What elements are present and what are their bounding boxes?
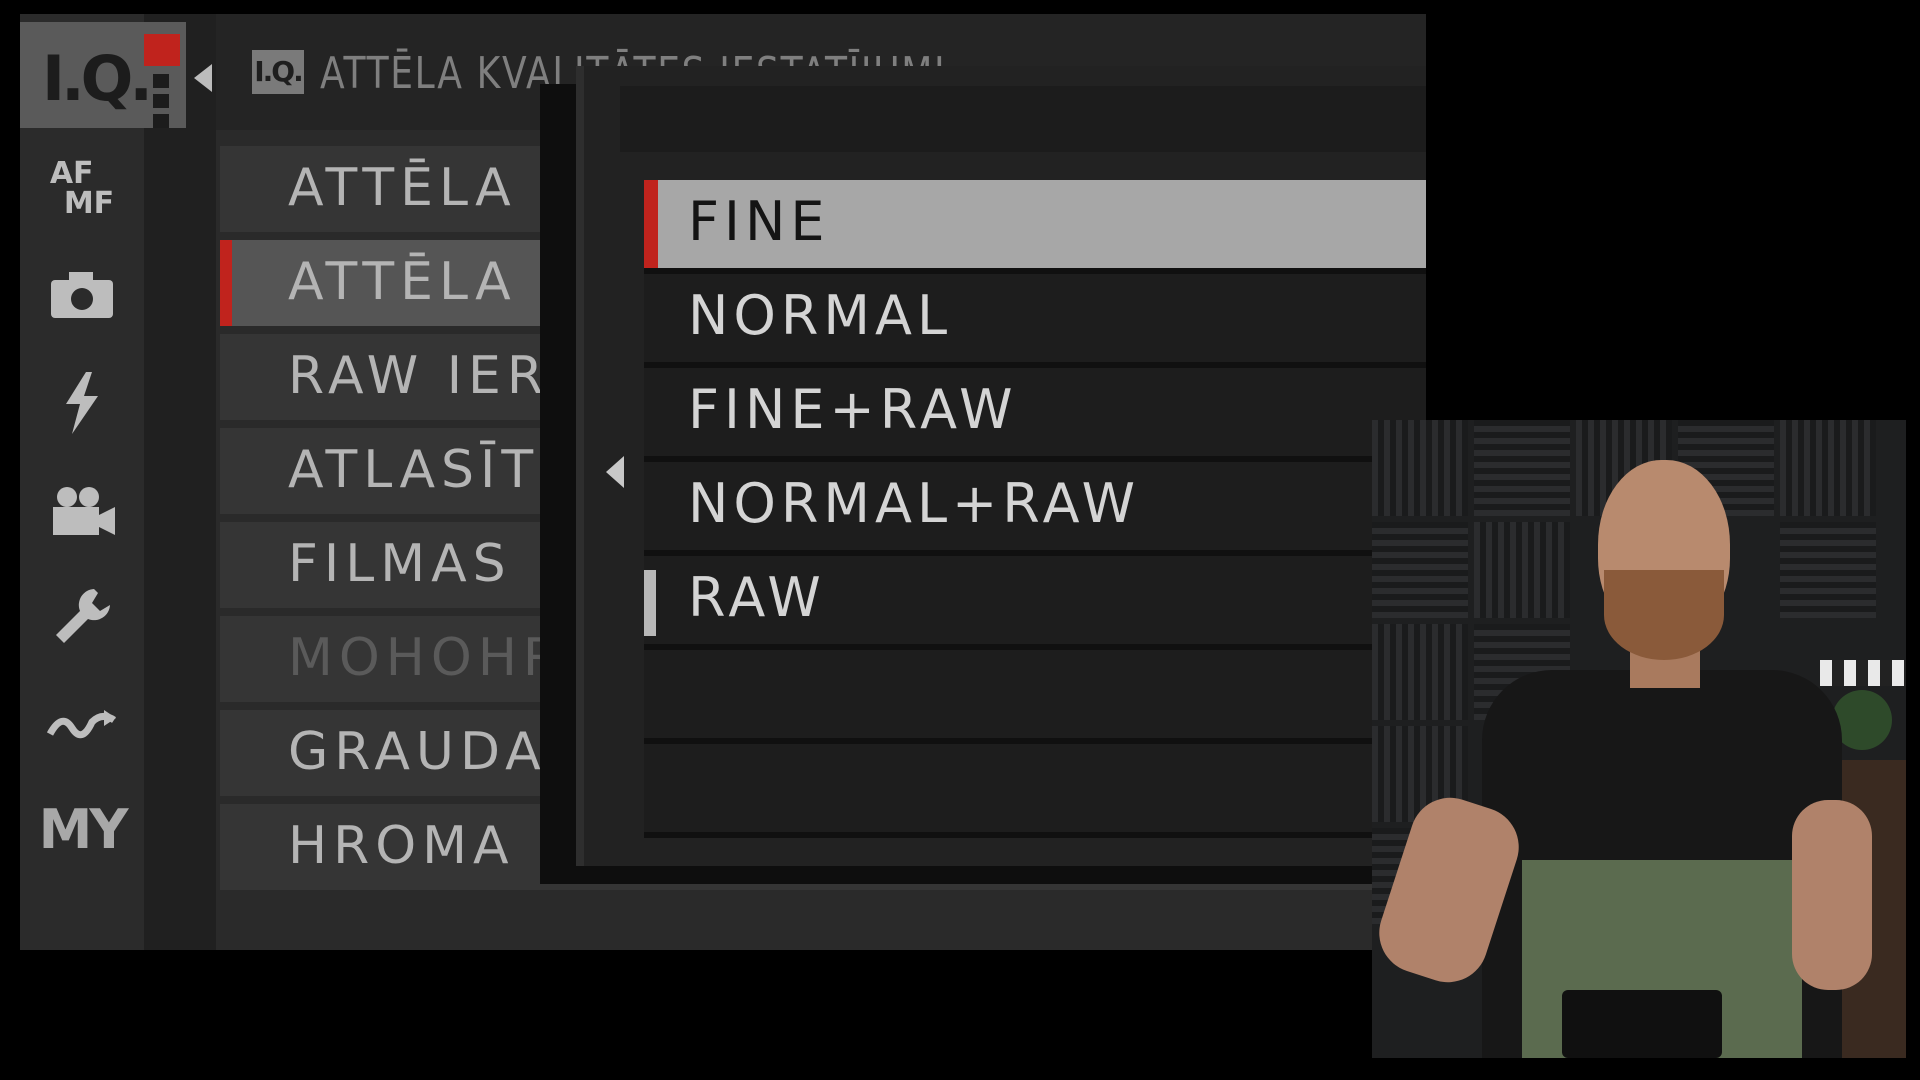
connection-icon[interactable] [42,690,122,760]
option-label: FINE [688,190,830,253]
camera-icon[interactable] [42,260,122,330]
clapperboard [1820,660,1906,686]
af-mf-icon[interactable]: AF MF [42,154,122,224]
my-menu-label: MY [38,797,129,861]
image-quality-icon: I.Q. [42,42,153,115]
foam-panel [1372,522,1468,618]
popup-top-strip [620,86,1426,152]
menu-item-label: FILMAS [288,534,512,594]
mf-label: MF [63,186,115,221]
wrench-icon[interactable] [42,582,122,652]
tab-image-quality[interactable]: I.Q. [20,22,186,128]
handheld-camera [1562,990,1722,1058]
option-label: RAW [688,566,826,629]
option-label: NORMAL+RAW [688,472,1140,535]
af-label: AF [49,156,94,191]
webcam-overlay [1372,420,1906,1058]
option-empty [644,744,1426,838]
option-empty [644,650,1426,744]
option-label: NORMAL [688,284,953,347]
foam-panel [1780,522,1876,618]
option-normal[interactable]: NORMAL [644,274,1426,368]
foam-panel [1474,522,1570,618]
selection-bar [220,240,232,326]
presenter-beard [1604,570,1724,660]
page-indicator-active [144,34,180,66]
image-quality-popup: FINE NORMAL FINE+RAW NORMAL+RAW RAW [576,66,1426,866]
foam-panel [1372,624,1468,720]
sidebar-gutter [144,14,216,950]
selection-bar [644,180,658,268]
foam-panel [1780,420,1876,516]
header-iq-badge: I.Q. [252,50,304,94]
menu-item-label: MOHOHR [288,628,566,688]
menu-item-label: ATLASĪT [288,440,540,500]
option-fine-raw[interactable]: FINE+RAW [644,368,1426,462]
menu-item-label: ATTĒLA [288,158,517,218]
menu-item-label: GRAUDAI [288,722,568,782]
current-setting-marker [644,570,656,636]
page-indicator [153,114,169,128]
flash-icon[interactable] [42,368,122,438]
option-raw[interactable]: RAW [644,556,1426,650]
page-indicator [153,94,169,108]
camera-menu-screen: I.Q. AF MF MY I.Q. ATTĒLA KVALITĀTES IES… [20,14,1426,950]
option-label: FINE+RAW [688,378,1018,441]
tab-pointer-icon [194,64,212,92]
my-menu-icon[interactable]: MY [39,794,129,864]
menu-item-label: RAW IER [288,346,550,406]
option-fine[interactable]: FINE [644,180,1426,274]
foam-panel [1474,420,1570,516]
menu-item-label: ATTĒLA [288,252,517,312]
option-normal-raw[interactable]: NORMAL+RAW [644,462,1426,556]
movie-camera-icon[interactable] [42,476,122,546]
menu-item-label: HROMA K [288,816,578,876]
foam-panel [1372,420,1468,516]
chevron-left-icon[interactable] [606,456,624,488]
presenter-right-arm [1792,800,1872,990]
page-indicator [153,74,169,88]
